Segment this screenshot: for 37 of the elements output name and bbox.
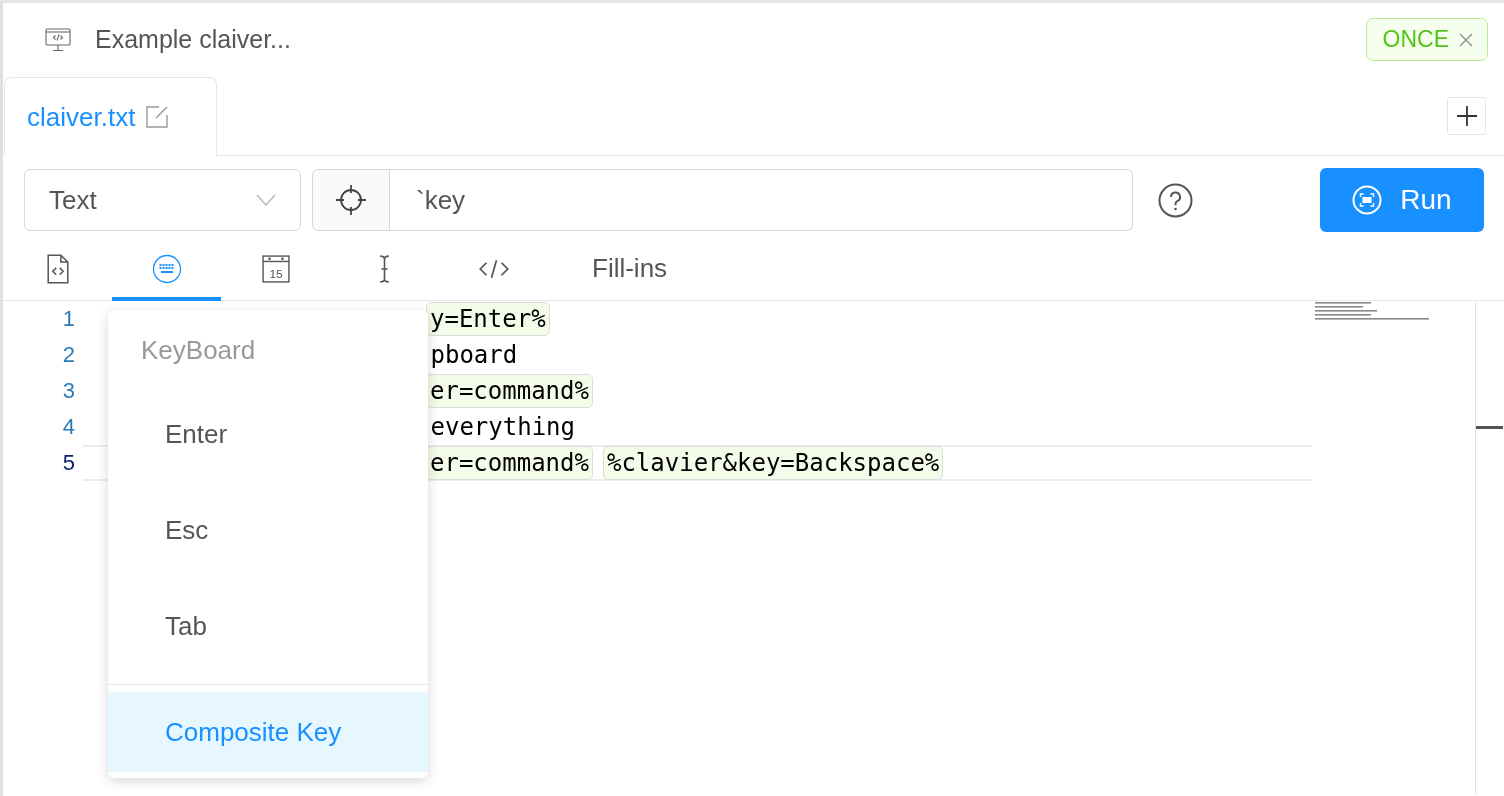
scan-icon xyxy=(1352,185,1383,215)
mode-select[interactable]: Text xyxy=(24,169,301,231)
code-token: er=command% xyxy=(426,446,593,480)
insert-tab[interactable]: 15 xyxy=(221,248,330,301)
menu-group-title: KeyBoard xyxy=(140,334,257,367)
edit-icon[interactable] xyxy=(145,105,170,129)
crosshair-icon xyxy=(335,184,367,216)
line-number: 4 xyxy=(61,413,76,441)
code-text: pboard xyxy=(429,341,518,369)
insert-tab[interactable]: Fill-ins xyxy=(548,248,712,301)
menu-item[interactable]: Tab xyxy=(108,578,428,674)
scroll-marker xyxy=(1476,426,1503,429)
line-number: 2 xyxy=(61,341,76,369)
line-number: 5 xyxy=(61,449,76,477)
code-text: everything xyxy=(429,413,575,441)
code-token: %clavier&key=Backspace% xyxy=(602,446,944,480)
calendar-icon: 15 xyxy=(261,254,290,283)
chevron-down-icon xyxy=(256,194,276,206)
target-button[interactable] xyxy=(312,169,390,231)
code-token: er=command% xyxy=(426,374,593,408)
text-cursor-icon xyxy=(378,254,391,283)
file-code-icon xyxy=(46,253,69,284)
close-icon[interactable] xyxy=(1459,32,1473,47)
monitor-code-icon xyxy=(45,26,71,53)
add-tab-button[interactable] xyxy=(1447,96,1486,135)
line-number: 3 xyxy=(61,377,76,405)
menu-item[interactable]: Esc xyxy=(108,482,428,578)
help-icon[interactable] xyxy=(1158,182,1193,218)
code-token: y=Enter% xyxy=(426,302,550,336)
window-title: Example claiver... xyxy=(95,25,291,54)
tag-badge: ONCE xyxy=(1365,18,1488,61)
code-icon xyxy=(478,258,509,279)
query-field[interactable]: `key xyxy=(390,169,1133,231)
keyboard-icon xyxy=(151,253,182,284)
line-number: 1 xyxy=(61,305,76,333)
menu-item[interactable]: Enter xyxy=(108,386,428,482)
plus-icon xyxy=(1456,105,1477,126)
